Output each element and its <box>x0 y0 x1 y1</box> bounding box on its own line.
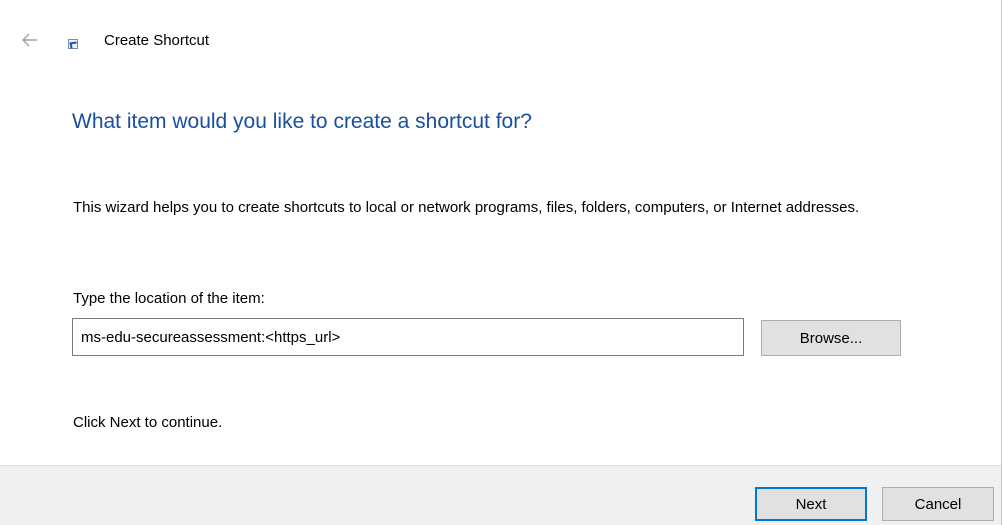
create-shortcut-window: Create Shortcut What item would you like… <box>0 0 1002 525</box>
continue-instruction: Click Next to continue. <box>73 414 223 431</box>
shortcut-icon <box>68 39 78 49</box>
back-button[interactable] <box>16 26 44 54</box>
wizard-description: This wizard helps you to create shortcut… <box>73 199 860 216</box>
next-button[interactable]: Next <box>755 487 867 521</box>
window-title: Create Shortcut <box>104 32 210 49</box>
browse-button[interactable]: Browse... <box>761 320 901 356</box>
location-label: Type the location of the item: <box>73 290 265 307</box>
location-input[interactable] <box>72 318 744 356</box>
back-arrow-icon <box>22 33 37 47</box>
page-heading: What item would you like to create a sho… <box>72 110 532 133</box>
footer-bar: Next Cancel <box>0 465 1001 525</box>
title-bar: Create Shortcut <box>0 0 1001 80</box>
cancel-button[interactable]: Cancel <box>882 487 994 521</box>
